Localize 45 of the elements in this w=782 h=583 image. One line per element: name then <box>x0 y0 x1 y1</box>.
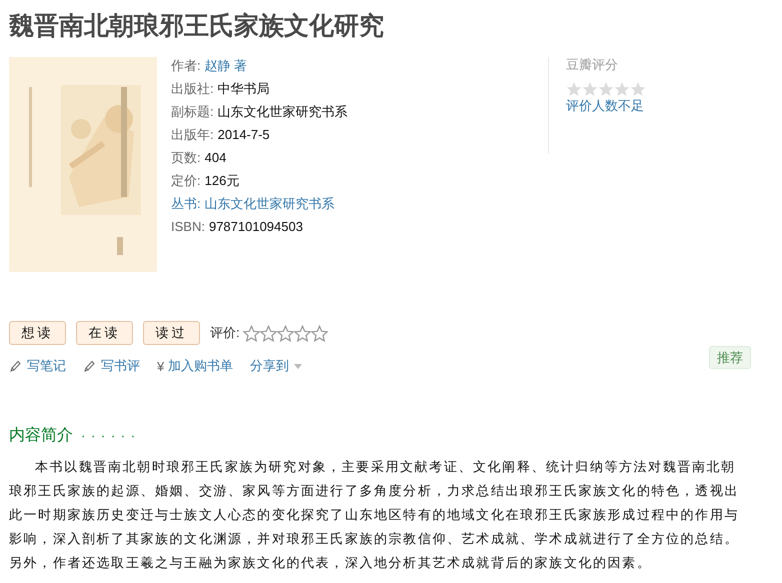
rating-heading: 豆瓣评分 <box>566 57 619 73</box>
info-label: 丛书: <box>171 196 201 211</box>
info-value: 山东文化世家研究书系 <box>218 104 348 119</box>
info-value: 404 <box>204 150 226 165</box>
star-icon <box>242 324 260 342</box>
star-icon <box>260 324 277 342</box>
status-button[interactable]: 读过 <box>143 321 200 345</box>
info-value: 9787101094503 <box>208 219 303 234</box>
action-link[interactable]: 加入购书单 <box>168 357 234 375</box>
star-icon <box>294 324 311 342</box>
star-icon <box>582 81 598 97</box>
yen-icon: ¥ <box>157 358 164 374</box>
info-label: 定价: <box>171 173 201 188</box>
caret-icon <box>294 364 302 368</box>
info-value: 126元 <box>204 173 240 188</box>
heading-dots: · · · · · · <box>81 428 136 443</box>
rating-label: 评价: <box>210 324 240 342</box>
section-heading: 内容简介 <box>9 426 73 446</box>
recommend-button[interactable]: 推荐 <box>709 346 751 369</box>
star-icon <box>630 81 646 97</box>
info-link[interactable]: 山东文化世家研究书系 <box>204 196 335 211</box>
info-value: 2014-7-5 <box>218 127 270 142</box>
info-label: 页数: <box>171 150 201 165</box>
status-button[interactable]: 在读 <box>76 321 133 345</box>
star-icon <box>276 324 294 342</box>
action-link[interactable]: 写书评 <box>101 357 140 375</box>
action-link[interactable]: 分享到 <box>250 357 290 375</box>
info-link[interactable]: 赵静 著 <box>204 58 248 73</box>
star-icon <box>614 81 630 97</box>
rating-note-link[interactable]: 评价人数不足 <box>566 97 646 115</box>
info-value: 中华书局 <box>218 81 270 96</box>
pencil-icon <box>83 360 95 372</box>
info-label: 作者: <box>171 58 201 73</box>
star-icon <box>598 81 614 97</box>
info-label: 出版社: <box>171 81 214 96</box>
info-label: 出版年: <box>171 127 214 142</box>
status-button[interactable]: 想读 <box>9 321 66 345</box>
star-icon <box>310 324 328 342</box>
info-label: 副标题: <box>171 104 214 119</box>
intro-paragraph: 本书以魏晋南北朝时琅邪王氏家族为研究对象，主要采用文献考证、文化阐释、统计归纳等方法对魏晋南北朝琅邪王氏家族的起源、婚姻、交游、家风等方面进行了多角度分析，力求总结出琅邪王氏家族文化的特色，透视出此一时期家族历史变迁与士族文人心态的变化探究了山东地区特有的地域文化在琅邪王氏家族形成过程中的作用与影响，深入剖析了其家族的文化渊源，并对琅邪王氏家族的宗教信仰、艺术成就、学术成就进行了全方位的总结。另外，作者还选取王羲之与王融为家族文化的代表，深入地分析其艺术成就背后的家族文化的因素。 <box>9 458 740 572</box>
star-icon <box>566 81 582 97</box>
action-link[interactable]: 写笔记 <box>27 357 66 375</box>
pencil-icon <box>9 360 21 372</box>
book-title: 魏晋南北朝琅邪王氏家族文化研究 <box>9 11 385 42</box>
info-label: ISBN: <box>171 219 205 234</box>
